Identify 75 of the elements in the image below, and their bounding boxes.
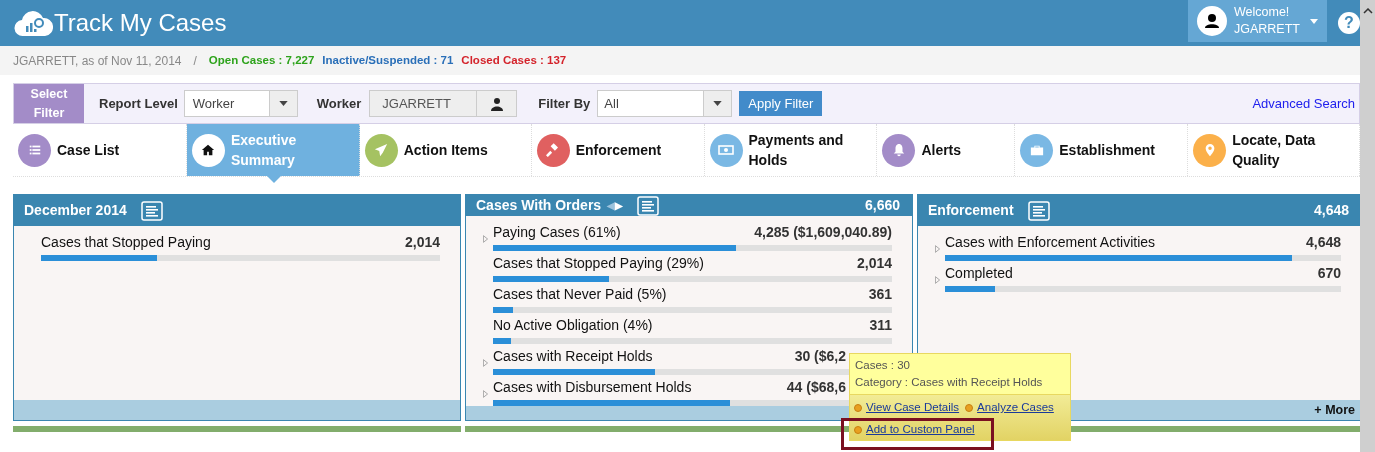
expand-triangle-icon[interactable] <box>483 390 488 399</box>
metric-value: 2,014 <box>856 254 892 274</box>
metric-value: 4,648 <box>1305 233 1341 252</box>
case-count: Open Cases : 7,227 <box>208 52 315 68</box>
more-link[interactable]: + More <box>1314 400 1355 420</box>
help-button[interactable]: ? <box>1338 12 1360 34</box>
app-title: Track My Cases <box>54 8 227 38</box>
separator-text: / <box>193 52 197 70</box>
metric-label[interactable]: Cases with Disbursement Holds <box>493 377 692 399</box>
caret-icon <box>713 101 723 106</box>
next-arrow[interactable]: ▶ <box>615 198 624 214</box>
avatar-icon <box>1197 6 1227 36</box>
expand-triangle-icon[interactable] <box>483 359 488 368</box>
metric-value: 670 <box>1317 264 1341 283</box>
nav-tab[interactable]: Locate, Data Quality <box>1188 124 1361 176</box>
filter-by-dropdown[interactable]: All <box>597 90 733 117</box>
metric-label[interactable]: Cases that Never Paid (5%) <box>493 284 667 306</box>
caret-icon <box>278 101 288 106</box>
tab-pointer <box>266 176 281 183</box>
report-icon[interactable] <box>637 195 660 216</box>
metric-label[interactable]: Completed <box>945 263 1013 284</box>
tooltip-link[interactable]: Analyze Cases <box>977 400 1054 415</box>
panel-title: Enforcement <box>928 201 1014 220</box>
user-name: JGARRETT <box>1234 21 1300 38</box>
tooltip-text: Cases : 30 <box>855 358 911 373</box>
expand-triangle-icon[interactable] <box>483 235 488 244</box>
bullet-icon <box>965 403 974 412</box>
report-icon[interactable] <box>140 200 163 221</box>
nav-tab[interactable]: Establishment <box>1015 124 1189 176</box>
case-count: Inactive/Suspended : 71 <box>322 52 454 68</box>
expand-triangle-icon[interactable] <box>935 245 940 253</box>
filter-title: Select Filter <box>14 84 84 123</box>
as-of-text: JGARRETT, as of Nov 11, 2014 <box>13 52 182 70</box>
metric-value: 4,285 ($1,609,040.89) <box>754 223 892 243</box>
report-icon[interactable] <box>1027 200 1050 221</box>
tooltip-link[interactable]: Add to Custom Panel <box>866 422 975 437</box>
field-label: Worker <box>316 94 362 113</box>
metric-value: 44 ($68,6 <box>786 378 846 398</box>
bullet-icon <box>854 425 862 434</box>
expand-triangle-icon[interactable] <box>935 276 940 284</box>
nav-tab[interactable]: Case List <box>13 124 187 176</box>
metric-value: 2,014 <box>404 233 440 252</box>
metric-label[interactable]: Cases that Stopped Paying <box>41 232 211 253</box>
scroll-up-icon[interactable] <box>1362 8 1373 14</box>
metric-label[interactable]: No Active Obligation (4%) <box>493 315 653 337</box>
panel-total: 4,648 <box>1313 201 1349 220</box>
nav-tab[interactable]: Action Items <box>359 124 532 176</box>
advanced-search-link[interactable]: Advanced Search <box>1252 93 1355 114</box>
field-label: Report Level <box>99 94 178 113</box>
nav-tab[interactable]: Payments and Holds <box>704 124 878 176</box>
person-icon <box>489 96 504 111</box>
metric-value: 30 ($6,2 <box>794 347 846 367</box>
dropdown-caret-icon <box>1310 18 1318 24</box>
metric-label[interactable]: Cases with Enforcement Activities <box>945 232 1156 253</box>
nav-tab[interactable]: Alerts <box>877 124 1016 176</box>
bullet-icon <box>854 403 862 412</box>
panel-total: 6,660 <box>864 196 900 216</box>
scrollbar[interactable] <box>1360 0 1375 452</box>
metric-label[interactable]: Cases that Stopped Paying (29%) <box>493 253 704 275</box>
panel-title: December 2014 <box>24 201 127 220</box>
field-label: Filter By <box>538 94 591 113</box>
panel-title: Cases With Orders <box>476 196 602 216</box>
metric-value: 361 <box>868 285 892 305</box>
metric-label[interactable]: Paying Cases (61%) <box>493 222 621 244</box>
report-level-dropdown[interactable]: Worker <box>183 90 298 117</box>
cloud-chart-logo-icon <box>13 8 53 38</box>
metric-value: 311 <box>869 316 892 336</box>
welcome-text: Welcome! <box>1234 4 1291 21</box>
tooltip-text: Category : Cases with Receipt Holds <box>855 375 1044 390</box>
nav-tab[interactable]: Enforcement <box>531 124 705 176</box>
metric-label[interactable]: Cases with Receipt Holds <box>493 346 653 368</box>
worker-field[interactable]: JGARRETT <box>369 90 518 117</box>
tooltip-link[interactable]: View Case Details <box>866 400 960 415</box>
case-count: Closed Cases : 137 <box>461 52 567 68</box>
apply-filter-button[interactable]: Apply Filter <box>739 91 823 116</box>
